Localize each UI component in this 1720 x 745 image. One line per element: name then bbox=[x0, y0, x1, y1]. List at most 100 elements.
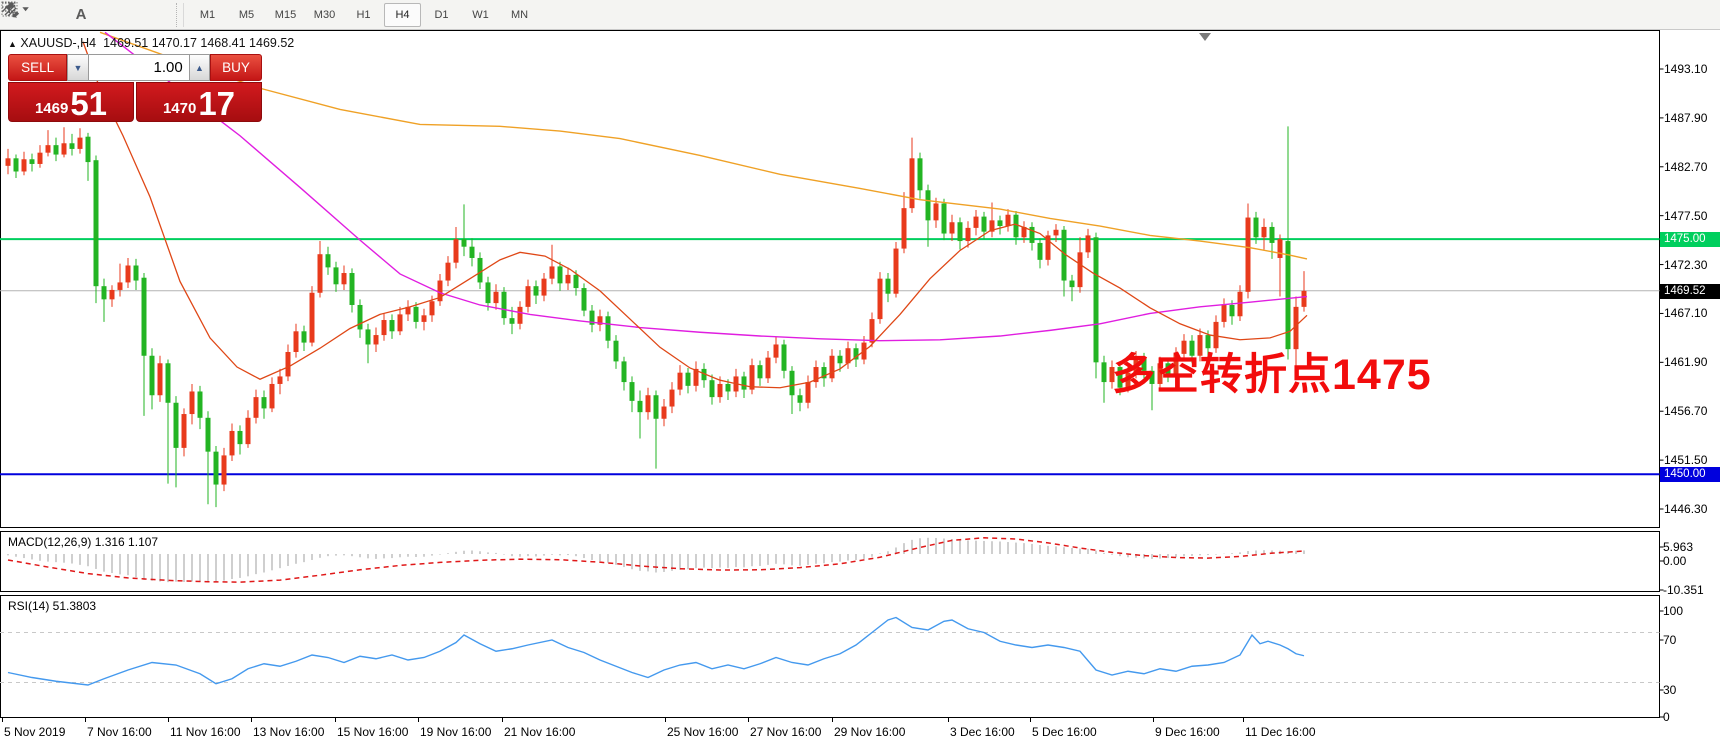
candle-body bbox=[1270, 227, 1275, 243]
candle-body bbox=[38, 153, 43, 164]
candlesticks bbox=[6, 126, 1307, 507]
time-axis-label: 5 Nov 2019 bbox=[4, 725, 65, 739]
ma-mid-magenta-line bbox=[105, 32, 1307, 340]
candle-body bbox=[182, 414, 187, 448]
candle-body bbox=[382, 320, 387, 335]
candle-body bbox=[30, 159, 35, 164]
candle-body bbox=[542, 279, 547, 296]
candle-body bbox=[358, 305, 363, 329]
volume-increase-button[interactable]: ▲ bbox=[189, 54, 210, 81]
bid-quote-button[interactable]: 1469 51 bbox=[8, 82, 134, 122]
candle-body bbox=[70, 143, 75, 149]
price-axis-label: 1456.70 bbox=[1664, 404, 1707, 418]
price-axis-label: 1472.30 bbox=[1664, 258, 1707, 272]
bid-main-digits: 1469 bbox=[35, 100, 68, 117]
rsi-label: RSI(14) 51.3803 bbox=[8, 599, 96, 613]
volume-decrease-button[interactable]: ▼ bbox=[67, 54, 88, 81]
ask-main-digits: 1470 bbox=[163, 100, 196, 117]
candle-body bbox=[750, 365, 755, 389]
macd-scale-label: -10.351 bbox=[1663, 583, 1704, 597]
sell-button[interactable]: SELL bbox=[8, 54, 67, 81]
candle-body bbox=[126, 265, 131, 282]
candle-body bbox=[262, 397, 267, 408]
macd-scale-label: 5.963 bbox=[1663, 540, 1693, 554]
candle-body bbox=[782, 344, 787, 370]
candle-body bbox=[574, 275, 579, 288]
candle-body bbox=[286, 352, 291, 376]
time-axis-label: 15 Nov 16:00 bbox=[337, 725, 408, 739]
candle-body bbox=[622, 361, 627, 382]
candle-body bbox=[398, 314, 403, 331]
candle-body bbox=[142, 278, 147, 356]
candle-body bbox=[118, 282, 123, 290]
buy-button[interactable]: BUY bbox=[210, 54, 262, 81]
candle-body bbox=[550, 266, 555, 278]
candle-body bbox=[454, 239, 459, 263]
candle-body bbox=[830, 356, 835, 379]
chart-text-annotation[interactable]: 多空转折点1475 bbox=[1112, 340, 1432, 402]
candle-body bbox=[1262, 227, 1267, 237]
volume-input[interactable] bbox=[89, 54, 189, 81]
candle-body bbox=[1094, 237, 1099, 362]
chart-shift-marker-icon[interactable] bbox=[1199, 33, 1211, 41]
candle-body bbox=[646, 395, 651, 412]
candle-body bbox=[78, 138, 83, 149]
candle-body bbox=[54, 145, 59, 154]
macd-scale-label: 0.00 bbox=[1663, 554, 1686, 568]
candle-body bbox=[6, 158, 11, 166]
candle-body bbox=[1246, 218, 1251, 292]
price-axis-label: 1487.90 bbox=[1664, 111, 1707, 125]
candle-body bbox=[374, 335, 379, 344]
candle-body bbox=[1086, 235, 1091, 252]
candle-body bbox=[462, 239, 467, 247]
ask-quote-button[interactable]: 1470 17 bbox=[136, 82, 262, 122]
candle-body bbox=[478, 258, 483, 282]
candle-body bbox=[1102, 362, 1107, 382]
candle-body bbox=[758, 365, 763, 378]
price-axis-label: 1493.10 bbox=[1664, 62, 1707, 76]
candle-body bbox=[630, 382, 635, 401]
candle-body bbox=[318, 254, 323, 293]
candle-body bbox=[582, 288, 587, 311]
candle-body bbox=[22, 159, 27, 171]
candle-body bbox=[926, 190, 931, 220]
candle-body bbox=[798, 395, 803, 403]
one-click-trading-panel: SELL ▼ ▲ BUY 1469 51 1470 17 bbox=[8, 54, 262, 122]
candle-body bbox=[606, 316, 611, 340]
candle-body bbox=[686, 373, 691, 386]
candle-body bbox=[1254, 218, 1259, 238]
collapse-triangle-icon[interactable]: ▲ bbox=[8, 39, 17, 49]
candle-body bbox=[950, 222, 955, 233]
candle-body bbox=[982, 217, 987, 232]
symbol-period-label: XAUUSD-,H4 bbox=[20, 36, 96, 50]
candle-body bbox=[206, 418, 211, 452]
time-axis-label: 11 Nov 16:00 bbox=[170, 725, 241, 739]
candle-body bbox=[526, 286, 531, 307]
rsi-scale-label: 0 bbox=[1663, 710, 1670, 724]
candle-body bbox=[806, 382, 811, 403]
candle-body bbox=[638, 401, 643, 412]
candle-body bbox=[998, 220, 1003, 226]
ma-slow-orange-line bbox=[100, 32, 1307, 259]
candle-body bbox=[918, 158, 923, 190]
candle-body bbox=[238, 431, 243, 444]
hline-1450-price-tag: 1450.00 bbox=[1660, 467, 1720, 482]
candle-body bbox=[14, 158, 19, 171]
candle-body bbox=[134, 265, 139, 280]
candle-body bbox=[910, 158, 915, 208]
candle-body bbox=[966, 228, 971, 241]
macd-label: MACD(12,26,9) 1.316 1.107 bbox=[8, 535, 158, 549]
candle-body bbox=[486, 282, 491, 303]
candle-body bbox=[902, 208, 907, 248]
time-axis-label: 27 Nov 16:00 bbox=[750, 725, 821, 739]
candle-body bbox=[198, 391, 203, 417]
candle-body bbox=[614, 341, 619, 362]
time-axis-label: 9 Dec 16:00 bbox=[1155, 725, 1220, 739]
bid-price-tag: 1469.52 bbox=[1660, 284, 1720, 299]
candle-body bbox=[878, 279, 883, 319]
candle-body bbox=[294, 331, 299, 352]
candle-body bbox=[174, 403, 179, 448]
candle-body bbox=[230, 431, 235, 455]
candle-body bbox=[502, 292, 507, 318]
price-axis-label: 1451.50 bbox=[1664, 453, 1707, 467]
